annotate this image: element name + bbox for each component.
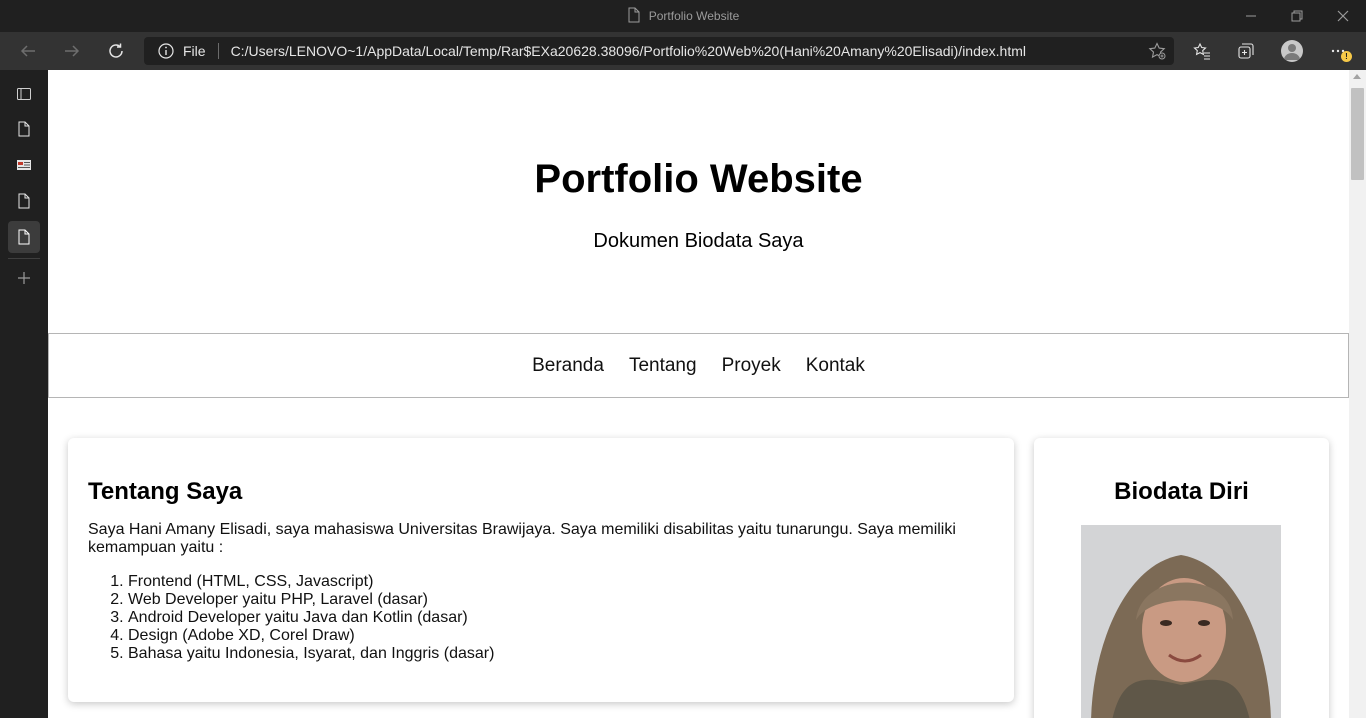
page-viewport: Portfolio Website Dokumen Biodata Saya B… <box>48 70 1349 718</box>
list-item: Bahasa yaitu Indonesia, Isyarat, dan Ing… <box>128 645 994 663</box>
back-button[interactable] <box>12 35 44 67</box>
bio-card: Biodata Diri <box>1034 438 1329 718</box>
address-separator <box>217 43 219 59</box>
site-header: Portfolio Website Dokumen Biodata Saya <box>48 70 1349 333</box>
page-title: Portfolio Website <box>534 157 863 201</box>
refresh-button[interactable] <box>100 35 132 67</box>
bio-heading: Biodata Diri <box>1114 478 1249 505</box>
profile-photo <box>1081 525 1281 718</box>
list-item: Android Developer yaitu Java dan Kotlin … <box>128 609 994 627</box>
about-intro: Saya Hani Amany Elisadi, saya mahasiswa … <box>88 521 956 556</box>
window-title: Portfolio Website <box>0 0 1366 32</box>
address-bar[interactable]: File C:/Users/LENOVO~1/AppData/Local/Tem… <box>144 37 1174 65</box>
skills-list: Frontend (HTML, CSS, Javascript) Web Dev… <box>88 573 994 663</box>
favorites-button[interactable] <box>1190 39 1214 63</box>
tab-actions-icon <box>17 88 31 100</box>
scroll-up-arrow-icon[interactable] <box>1353 74 1361 79</box>
notification-badge: ! <box>1341 51 1352 62</box>
about-heading: Tentang Saya <box>88 478 243 505</box>
refresh-icon <box>109 43 123 58</box>
tab-actions-button[interactable] <box>8 78 40 110</box>
window-title-text: Portfolio Website <box>648 9 740 23</box>
page-document-icon <box>18 121 30 137</box>
file-scheme-label: File <box>183 43 206 59</box>
vertical-tab-1[interactable] <box>8 113 40 145</box>
vertical-tab-3[interactable] <box>8 185 40 217</box>
site-nav: Beranda Tentang Proyek Kontak <box>48 333 1349 398</box>
new-tab-button[interactable] <box>8 262 40 294</box>
nav-link-tentang[interactable]: Tentang <box>629 355 697 377</box>
page-scrollbar[interactable] <box>1349 70 1366 718</box>
vertical-tab-2[interactable] <box>8 149 40 181</box>
list-item: Web Developer yaitu PHP, Laravel (dasar) <box>128 591 994 609</box>
browser-toolbar: File C:/Users/LENOVO~1/AppData/Local/Tem… <box>0 32 1366 70</box>
restore-button[interactable] <box>1274 0 1320 32</box>
vertical-tabs-sidebar <box>0 70 48 718</box>
list-item: Frontend (HTML, CSS, Javascript) <box>128 573 994 591</box>
profile-avatar[interactable] <box>1281 40 1303 62</box>
scrollbar-thumb[interactable] <box>1351 88 1364 180</box>
nav-link-kontak[interactable]: Kontak <box>806 355 865 377</box>
page-document-icon <box>627 7 641 26</box>
back-arrow-icon <box>20 45 35 57</box>
add-favorite-icon[interactable] <box>1148 42 1166 60</box>
about-card: Tentang Saya Saya Hani Amany Elisadi, sa… <box>68 438 1014 702</box>
title-bar: Portfolio Website <box>0 0 1366 32</box>
favorites-icon <box>1193 42 1210 60</box>
user-icon <box>1284 44 1300 60</box>
page-document-icon <box>18 193 30 209</box>
profile-photo-image <box>1081 525 1281 718</box>
page-subtitle: Dokumen Biodata Saya <box>593 230 804 252</box>
forward-arrow-icon <box>65 45 80 57</box>
info-icon[interactable] <box>158 43 174 59</box>
nav-link-proyek[interactable]: Proyek <box>722 355 781 377</box>
plus-icon <box>18 272 30 284</box>
sidebar-divider <box>8 258 40 259</box>
url-text[interactable]: C:/Users/LENOVO~1/AppData/Local/Temp/Rar… <box>231 43 1026 59</box>
nav-link-beranda[interactable]: Beranda <box>532 355 604 377</box>
collections-button[interactable] <box>1234 39 1258 63</box>
page-document-icon <box>18 229 30 245</box>
collections-icon <box>1238 43 1254 59</box>
list-item: Design (Adobe XD, Corel Draw) <box>128 627 994 645</box>
minimize-button[interactable] <box>1228 0 1274 32</box>
news-favicon-icon <box>17 160 31 170</box>
close-button[interactable] <box>1320 0 1366 32</box>
vertical-tab-active[interactable] <box>8 221 40 253</box>
forward-button[interactable] <box>56 35 88 67</box>
